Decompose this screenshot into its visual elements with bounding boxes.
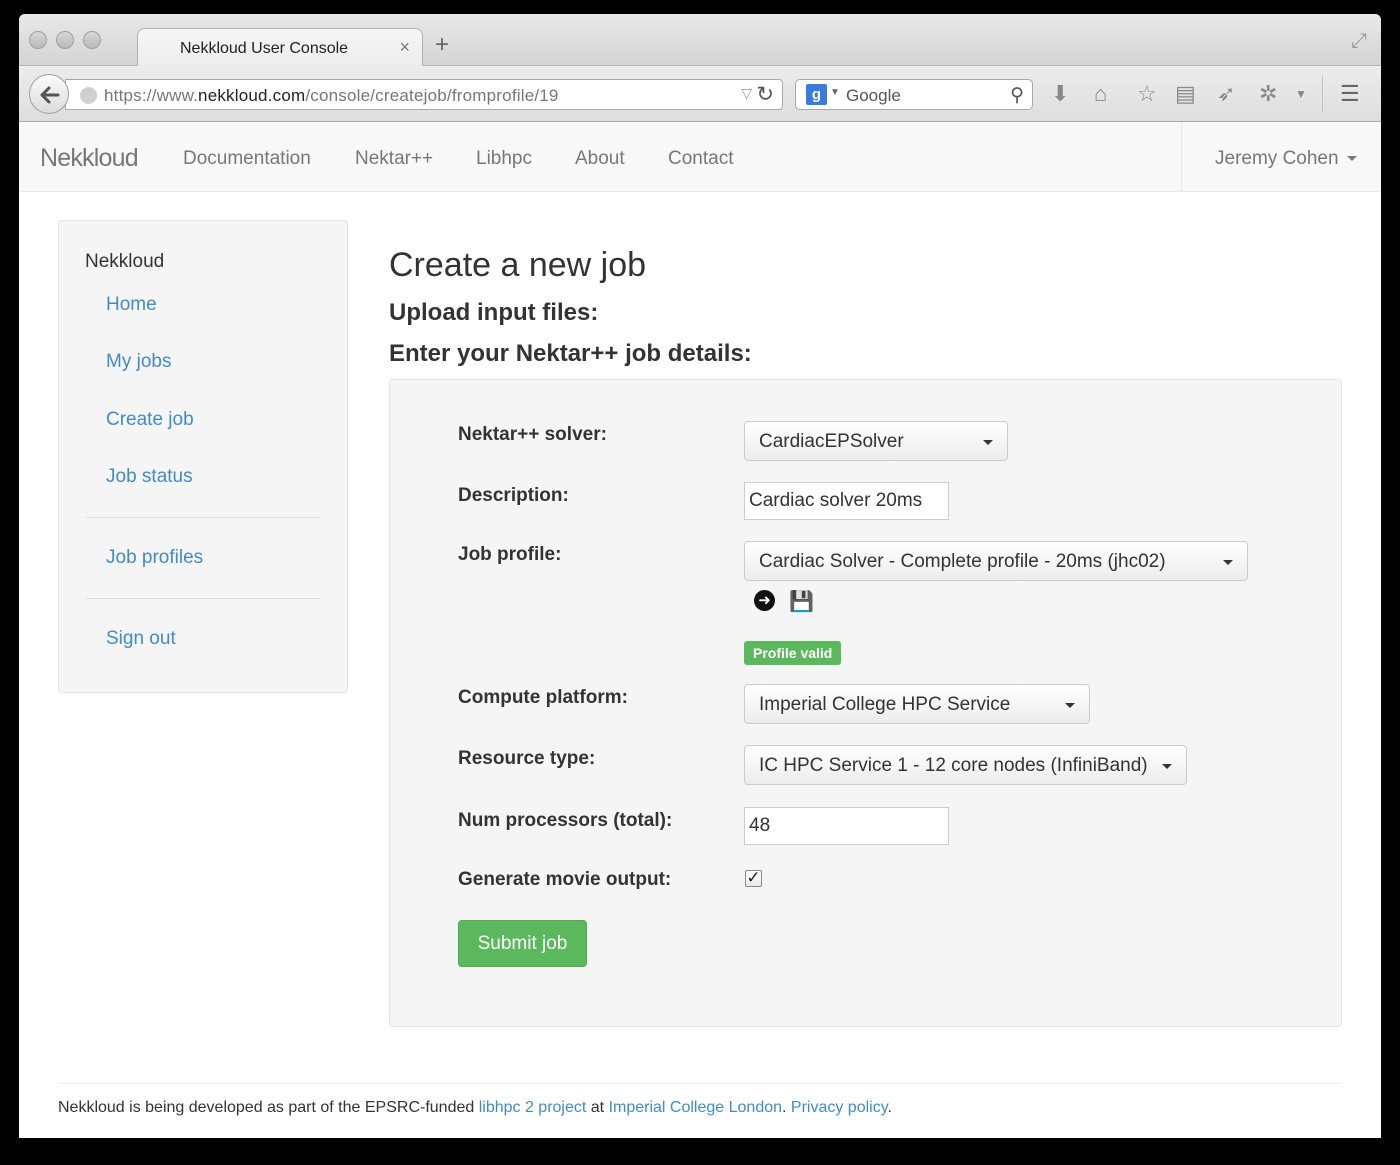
tab-close-icon[interactable]: × <box>399 37 410 58</box>
nav-nektar[interactable]: Nektar++ <box>355 148 433 170</box>
chevron-down-icon <box>983 440 993 445</box>
bookmark-star-icon[interactable]: ☆ <box>1137 81 1157 107</box>
nav-about[interactable]: About <box>575 148 625 170</box>
submit-job-button[interactable]: Submit job <box>458 920 587 967</box>
search-input[interactable]: Google <box>846 86 901 106</box>
close-window-button[interactable] <box>29 31 47 49</box>
download-icon[interactable]: ⬇ <box>1051 81 1069 107</box>
footer-divider <box>58 1083 1342 1084</box>
new-tab-button[interactable]: + <box>435 33 449 57</box>
description-input[interactable] <box>744 482 949 520</box>
globe-icon <box>80 87 97 104</box>
url-text[interactable]: https://www.nekkloud.com/console/createj… <box>104 86 559 106</box>
upload-heading: Upload input files: <box>389 299 599 326</box>
toolbar-divider <box>1322 76 1323 112</box>
page-title: Create a new job <box>389 246 647 284</box>
processors-label: Num processors (total): <box>458 810 673 831</box>
browser-toolbar: https://www.nekkloud.com/console/createj… <box>19 66 1381 122</box>
libhpc-project-link[interactable]: libhpc 2 project <box>479 1099 587 1116</box>
bookmarks-menu-icon[interactable]: ▤ <box>1175 81 1196 107</box>
search-icon[interactable]: ⚲ <box>1010 84 1024 107</box>
minimize-window-button[interactable] <box>56 31 74 49</box>
share-icon[interactable]: ➶ <box>1217 81 1235 107</box>
platform-select[interactable]: Imperial College HPC Service <box>744 684 1090 724</box>
resource-type-select[interactable]: IC HPC Service 1 - 12 core nodes (Infini… <box>744 745 1187 785</box>
resource-type-value: IC HPC Service 1 - 12 core nodes (Infini… <box>759 755 1148 776</box>
site-navbar: Nekkloud Documentation Nektar++ Libhpc A… <box>19 122 1381 192</box>
sidebar-item-my-jobs[interactable]: My jobs <box>106 351 171 373</box>
movie-output-label: Generate movie output: <box>458 869 672 890</box>
user-name: Jeremy Cohen <box>1215 148 1339 169</box>
chevron-down-icon <box>1223 560 1233 565</box>
movie-output-checkbox[interactable]: ✓ <box>745 869 762 887</box>
description-label: Description: <box>458 485 569 506</box>
back-arrow-icon <box>40 86 60 104</box>
chevron-down-icon <box>1162 764 1172 769</box>
nav-contact[interactable]: Contact <box>668 148 733 170</box>
home-icon[interactable]: ⌂ <box>1094 81 1107 107</box>
save-profile-icon[interactable]: 💾 <box>789 589 814 614</box>
footer: Nekkloud is being developed as part of t… <box>58 1099 892 1116</box>
search-engine-dropdown-icon[interactable]: ▼ <box>830 87 840 98</box>
back-button[interactable] <box>29 74 69 114</box>
solver-label: Nektar++ solver: <box>458 424 607 445</box>
browser-tab[interactable]: Nekkloud User Console × <box>137 28 423 67</box>
sidebar-header: Nekkloud <box>85 251 165 272</box>
addon-icon[interactable]: ✲ <box>1259 81 1277 107</box>
resource-type-label: Resource type: <box>458 748 596 769</box>
platform-label: Compute platform: <box>458 687 628 708</box>
browser-tab-bar: Nekkloud User Console × + ⤢ <box>19 14 1381 67</box>
zoom-window-button[interactable] <box>83 31 101 49</box>
google-search-engine-icon[interactable]: g <box>806 84 827 105</box>
chevron-down-icon <box>1065 703 1075 708</box>
job-profile-label: Job profile: <box>458 544 562 565</box>
addon-dropdown-icon[interactable]: ▼ <box>1295 81 1307 107</box>
job-profile-value: Cardiac Solver - Complete profile - 20ms… <box>759 551 1166 572</box>
job-profile-select[interactable]: Cardiac Solver - Complete profile - 20ms… <box>744 541 1248 581</box>
reload-icon[interactable]: ↻ <box>756 82 774 107</box>
sidebar-item-job-profiles[interactable]: Job profiles <box>106 547 203 569</box>
processors-input[interactable] <box>744 807 949 845</box>
sidebar: Nekkloud Home My jobs Create job Job sta… <box>58 220 348 693</box>
sidebar-item-job-status[interactable]: Job status <box>106 466 193 488</box>
tab-title: Nekkloud User Console <box>180 40 349 57</box>
sidebar-item-sign-out[interactable]: Sign out <box>106 628 176 650</box>
job-form: Nektar++ solver: CardiacEPSolver Descrip… <box>389 379 1342 1027</box>
sidebar-divider <box>86 517 321 518</box>
chevron-down-icon <box>1346 156 1357 162</box>
brand-logo[interactable]: Nekkloud <box>40 144 139 173</box>
browser-window: Nekkloud User Console × + ⤢ https://www.… <box>19 14 1381 1138</box>
sidebar-divider <box>86 598 321 599</box>
fullscreen-icon[interactable]: ⤢ <box>1351 30 1367 53</box>
imperial-college-link[interactable]: Imperial College London <box>609 1099 782 1116</box>
navbar-divider <box>1181 122 1182 192</box>
profile-valid-badge: Profile valid <box>744 641 842 665</box>
nav-libhpc[interactable]: Libhpc <box>476 148 532 170</box>
search-bar[interactable]: g ▼ Google ⚲ <box>795 79 1033 110</box>
platform-value: Imperial College HPC Service <box>759 694 1011 715</box>
hamburger-menu-icon[interactable]: ☰ <box>1340 81 1360 107</box>
load-profile-arrow-icon[interactable]: ➜ <box>754 590 775 611</box>
privacy-policy-link[interactable]: Privacy policy <box>791 1099 888 1116</box>
nav-documentation[interactable]: Documentation <box>183 148 311 170</box>
user-menu[interactable]: Jeremy Cohen <box>1215 148 1357 170</box>
sidebar-item-home[interactable]: Home <box>106 294 157 316</box>
job-details-heading: Enter your Nektar++ job details: <box>389 340 752 367</box>
url-history-dropdown-icon[interactable]: ▽ <box>741 85 752 102</box>
solver-value: CardiacEPSolver <box>759 431 904 452</box>
url-bar[interactable]: https://www.nekkloud.com/console/createj… <box>65 79 783 110</box>
solver-select[interactable]: CardiacEPSolver <box>744 421 1008 461</box>
sidebar-item-create-job[interactable]: Create job <box>106 409 194 431</box>
